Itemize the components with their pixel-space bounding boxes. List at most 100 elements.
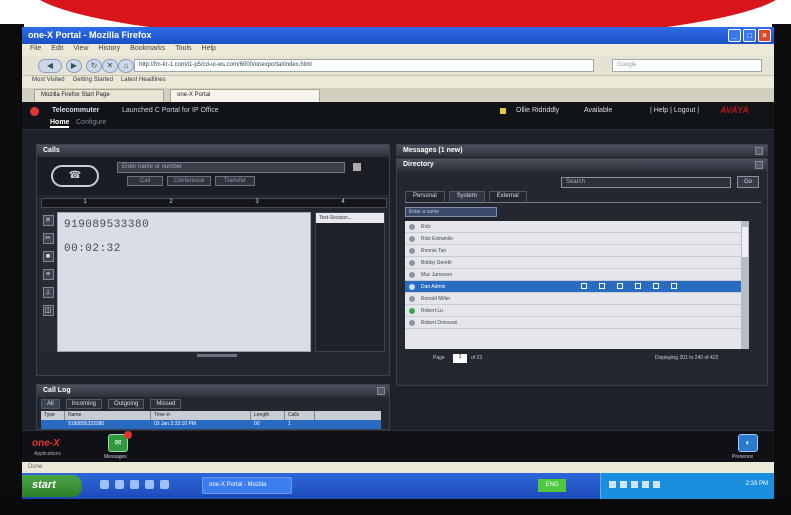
battery-icon[interactable]: [653, 481, 660, 488]
stop-button[interactable]: ✕: [102, 59, 118, 73]
taskbar-firefox-window[interactable]: one-X Portal - Mozilla: [202, 477, 292, 494]
scroll-thumb[interactable]: [742, 227, 748, 257]
col-length[interactable]: Length: [251, 411, 285, 420]
contact-name: Rick Extramile: [421, 236, 453, 242]
bookmark-latest-headlines[interactable]: Latest Headlines: [121, 77, 166, 87]
tab-all[interactable]: All: [41, 399, 60, 409]
list-item[interactable]: Rick: [405, 221, 741, 233]
contact-name: Robert Donovan: [421, 320, 458, 326]
tab-incoming[interactable]: Incoming: [65, 399, 103, 409]
directory-minimize-button[interactable]: [755, 161, 763, 169]
col-calls[interactable]: Calls: [285, 411, 315, 420]
firefox-icon[interactable]: [145, 480, 154, 489]
bookmark-getting-started[interactable]: Getting Started: [73, 77, 113, 87]
messages-expand-button[interactable]: [755, 147, 763, 155]
sessions-header[interactable]: Text-Session...: [316, 213, 384, 223]
directory-filter-input[interactable]: Enter a name: [405, 207, 497, 217]
minimize-button[interactable]: _: [728, 29, 741, 42]
volume-icon[interactable]: [620, 481, 627, 488]
list-item[interactable]: Robert Donovan: [405, 317, 741, 329]
list-item[interactable]: Mac Jameson: [405, 269, 741, 281]
tab-system[interactable]: System: [448, 191, 485, 202]
keypad-icon[interactable]: ≡: [42, 269, 54, 280]
list-item[interactable]: Bobby Geretti: [405, 257, 741, 269]
menu-help[interactable]: Help: [202, 45, 216, 55]
messages-panel[interactable]: Messages (1 new): [396, 144, 768, 157]
line-3[interactable]: 3: [255, 199, 258, 207]
park-icon[interactable]: ⊥: [42, 287, 54, 298]
record-icon[interactable]: ◫: [42, 305, 54, 316]
tab-start-page[interactable]: Mozilla Firefox Start Page: [34, 89, 164, 102]
bookmark-most-visited[interactable]: Most Visited: [32, 77, 65, 87]
hold-icon[interactable]: ■: [42, 251, 54, 262]
security-icon[interactable]: [631, 481, 638, 488]
header-links[interactable]: | Help | Logout |: [650, 107, 699, 114]
menu-tools[interactable]: Tools: [175, 45, 191, 55]
page-input[interactable]: 1: [453, 354, 467, 363]
menu-view[interactable]: View: [73, 45, 88, 55]
menu-file[interactable]: File: [30, 45, 41, 55]
monitor-bezel-right: [772, 24, 791, 515]
language-indicator[interactable]: ENG: [538, 479, 566, 492]
col-time[interactable]: Time in: [151, 411, 251, 420]
browser-search-input[interactable]: Google: [612, 59, 762, 72]
reload-button[interactable]: ↻: [86, 59, 102, 73]
explorer-icon[interactable]: [160, 480, 169, 489]
list-item-selected[interactable]: Dan Admin: [405, 281, 741, 293]
close-button[interactable]: ×: [758, 29, 771, 42]
list-item[interactable]: Ronnie Tan: [405, 245, 741, 257]
conference-button[interactable]: Conference: [167, 176, 211, 186]
ie-icon[interactable]: [100, 480, 109, 489]
resize-handle[interactable]: [197, 354, 237, 357]
cell-type: [41, 420, 65, 429]
tab-onex-portal[interactable]: one-X Portal: [170, 89, 320, 102]
menu-history[interactable]: History: [98, 45, 120, 55]
contacts-icon[interactable]: [353, 163, 361, 171]
details-contact-icon[interactable]: [671, 283, 677, 289]
tab-external[interactable]: External: [488, 191, 527, 202]
add-contact-icon[interactable]: [653, 283, 659, 289]
tab-personal[interactable]: Personal: [405, 191, 445, 202]
list-item[interactable]: Ronald Miller: [405, 293, 741, 305]
call-button[interactable]: Call: [127, 176, 163, 186]
desktop-icon[interactable]: [115, 480, 124, 489]
col-name[interactable]: Name: [65, 411, 151, 420]
nav-configure[interactable]: Configure: [76, 119, 106, 126]
media-icon[interactable]: [130, 480, 139, 489]
forward-button[interactable]: ▶: [66, 59, 82, 73]
transfer-contact-icon[interactable]: [635, 283, 641, 289]
network-icon[interactable]: [609, 481, 616, 488]
call-log-title: Call Log: [43, 387, 71, 394]
im-contact-icon[interactable]: [599, 283, 605, 289]
line-2[interactable]: 2: [169, 199, 172, 207]
url-bar[interactable]: http://fm-kr-1.com/i1-p5/cd-ui-ws.com/60…: [134, 59, 594, 72]
dial-input[interactable]: Enter name or number: [117, 162, 345, 173]
back-button[interactable]: ◀: [38, 59, 62, 73]
directory-search-input[interactable]: Search: [561, 177, 731, 188]
line-4[interactable]: 4: [341, 199, 344, 207]
mute-icon[interactable]: ✂: [42, 233, 54, 244]
email-contact-icon[interactable]: [617, 283, 623, 289]
availability-select[interactable]: Available: [584, 107, 612, 114]
col-type[interactable]: Type: [41, 411, 65, 420]
call-log-minimize-button[interactable]: [377, 387, 385, 395]
start-button[interactable]: start: [22, 475, 82, 497]
list-item[interactable]: Robert Lu: [405, 305, 741, 317]
line-1[interactable]: 1: [83, 199, 86, 207]
tab-outgoing[interactable]: Outgoing: [108, 399, 145, 409]
directory-go-button[interactable]: Go: [737, 176, 759, 188]
menu-edit[interactable]: Edit: [51, 45, 63, 55]
list-item[interactable]: Rick Extramile: [405, 233, 741, 245]
directory-scrollbar[interactable]: [741, 221, 749, 349]
transfer-button[interactable]: Transfer: [215, 176, 255, 186]
call-contact-icon[interactable]: [581, 283, 587, 289]
presence-app-icon[interactable]: ◐: [738, 434, 758, 452]
update-icon[interactable]: [642, 481, 649, 488]
nav-home[interactable]: Home: [50, 119, 70, 128]
menu-bookmarks[interactable]: Bookmarks: [130, 45, 165, 55]
tab-missed[interactable]: Missed: [150, 399, 182, 409]
end-call-icon[interactable]: ✕: [42, 215, 54, 226]
table-row[interactable]: 9190895333380 03 Jan 2:33:10 PM 00 1: [41, 420, 381, 429]
maximize-button[interactable]: □: [743, 29, 756, 42]
home-button[interactable]: ⌂: [118, 59, 134, 73]
